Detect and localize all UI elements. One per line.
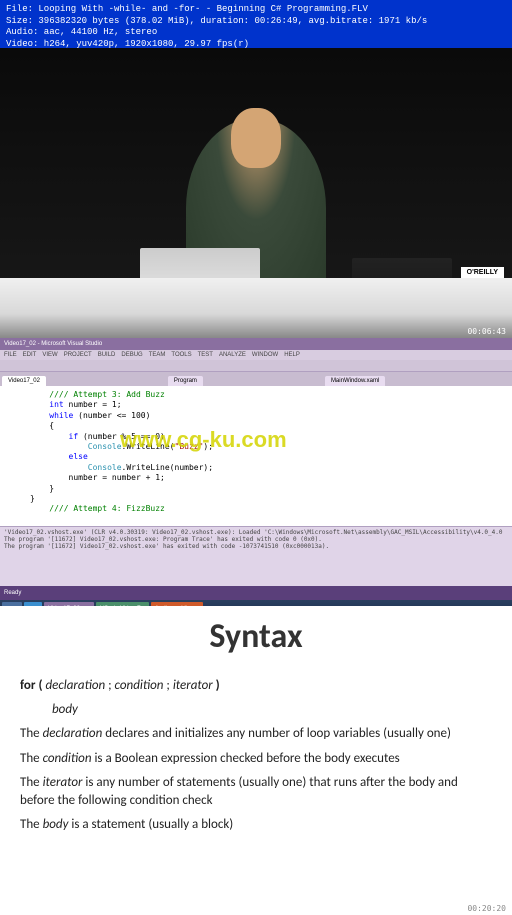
- menu-help[interactable]: HELP: [284, 352, 300, 358]
- output-line: The program '[11672] Video17_02.vshost.e…: [4, 543, 508, 550]
- presenter-head: [231, 108, 281, 168]
- slide-content: for ( declaration ; condition ; iterator…: [20, 677, 492, 834]
- slide-para-body: The body is a statement (usually a block…: [20, 816, 492, 834]
- slide-title: Syntax: [20, 616, 492, 657]
- menu-team[interactable]: TEAM: [149, 352, 166, 358]
- vs-tabs: Video17_02 Program MainWindow.xaml: [0, 372, 512, 386]
- slide-para-declaration: The declaration declares and initializes…: [20, 725, 492, 743]
- presenter-video: O'REILLY 00:06:43: [0, 48, 512, 338]
- menu-debug[interactable]: DEBUG: [121, 352, 142, 358]
- vs-title: Video17_02 - Microsoft Visual Studio: [4, 341, 102, 347]
- syntax-slide: Syntax for ( declaration ; condition ; i…: [0, 606, 512, 915]
- menu-project[interactable]: PROJECT: [64, 352, 92, 358]
- menu-tools[interactable]: TOOLS: [171, 352, 191, 358]
- slide-para-iterator: The iterator is any number of statements…: [20, 774, 492, 810]
- audio-line: Audio: aac, 44100 Hz, stereo: [6, 27, 506, 39]
- vs-titlebar: Video17_02 - Microsoft Visual Studio: [0, 338, 512, 350]
- output-panel[interactable]: 'Video17_02.vshost.exe' (CLR v4.0.30319:…: [0, 526, 512, 586]
- timecode-video: 00:06:43: [467, 327, 506, 336]
- video-backdrop: [0, 48, 512, 338]
- code-editor[interactable]: www.cg-ku.com //// Attempt 3: Add Buzz i…: [0, 386, 512, 526]
- menu-edit[interactable]: EDIT: [23, 352, 37, 358]
- tab-video17[interactable]: Video17_02: [2, 376, 46, 386]
- menu-analyze[interactable]: ANALYZE: [219, 352, 246, 358]
- slide-para-condition: The condition is a Boolean expression ch…: [20, 750, 492, 768]
- vs-menubar[interactable]: FILE EDIT VIEW PROJECT BUILD DEBUG TEAM …: [0, 350, 512, 360]
- presenter-area: [0, 118, 512, 338]
- menu-test[interactable]: TEST: [198, 352, 213, 358]
- media-info-panel: File: Looping With -while- and -for- - B…: [0, 0, 512, 48]
- status-ready: Ready: [4, 590, 21, 596]
- vs-statusbar: Ready: [0, 586, 512, 600]
- menu-file[interactable]: FILE: [4, 352, 17, 358]
- timecode-slide: 00:20:20: [467, 904, 506, 913]
- tab-mainwindow[interactable]: MainWindow.xaml: [325, 376, 385, 386]
- visual-studio-screenshot: Video17_02 - Microsoft Visual Studio FIL…: [0, 338, 512, 606]
- output-line: 'Video17_02.vshost.exe' (CLR v4.0.30319:…: [4, 529, 508, 536]
- output-line: The program '[11672] Video17_02.vshost.e…: [4, 536, 508, 543]
- menu-window[interactable]: WINDOW: [252, 352, 278, 358]
- code-comment: //// Attempt 3: Add Buzz: [30, 390, 165, 399]
- file-line: File: Looping With -while- and -for- - B…: [6, 4, 506, 16]
- desk: [0, 278, 512, 338]
- oreilly-badge: O'REILLY: [461, 267, 504, 278]
- menu-build[interactable]: BUILD: [98, 352, 116, 358]
- vs-toolbar[interactable]: [0, 360, 512, 372]
- size-line: Size: 396382320 bytes (378.02 MiB), dura…: [6, 16, 506, 28]
- menu-view[interactable]: VIEW: [42, 352, 57, 358]
- tab-program[interactable]: Program: [168, 376, 203, 386]
